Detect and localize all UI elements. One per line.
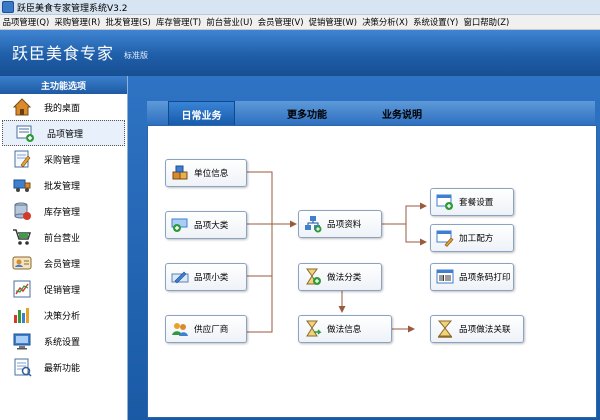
bar-chart-icon: [14, 308, 29, 323]
hourglass-arrow-icon: [306, 320, 322, 337]
unit-info-button[interactable]: 单位信息: [165, 159, 247, 187]
sidebar-item-promotion[interactable]: 促销管理: [0, 276, 127, 302]
hierarchy-add-icon: [305, 216, 322, 233]
menu-item-frontdesk[interactable]: 前台营业(U): [204, 16, 255, 28]
menu-bar: 品项管理(Q) 采购管理(R) 批发管理(S) 库存管理(T) 前台营业(U) …: [0, 15, 600, 30]
tab-more-functions[interactable]: 更多功能: [267, 101, 347, 125]
barcode-window-icon: [436, 269, 454, 284]
document-icon: [14, 358, 32, 377]
sidebar-item-new-features[interactable]: 最新功能: [0, 354, 127, 380]
method-info-button[interactable]: 做法信息: [298, 315, 392, 343]
connector-unit: [246, 171, 273, 333]
connector-to-combo: [382, 202, 427, 225]
tab-daily-business[interactable]: 日常业务: [168, 101, 235, 126]
sidebar-item-inventory[interactable]: 库存管理: [0, 198, 127, 224]
sidebar-item-purchase[interactable]: 采购管理: [0, 146, 127, 172]
supplier-button[interactable]: 供应厂商: [165, 315, 247, 343]
sidebar-item-desktop[interactable]: 我的桌面: [0, 94, 127, 120]
computer-icon: [13, 333, 31, 350]
tab-business-description[interactable]: 业务说明: [362, 101, 442, 125]
menu-item-inventory[interactable]: 库存管理(T): [153, 16, 203, 28]
recipe-button[interactable]: 加工配方: [430, 224, 514, 252]
main-area: 日常业务 更多功能 业务说明 单位信息 品项大类 品项小类 供应厂商 品项资料 …: [128, 76, 600, 420]
cart-icon: [13, 229, 32, 245]
tab-bar: 日常业务 更多功能 业务说明: [147, 101, 595, 126]
category-add-icon: [171, 218, 188, 232]
window-edit-icon: [436, 230, 454, 247]
sidebar-item-item-management[interactable]: 品项管理: [2, 120, 125, 146]
sidebar: 主功能选项 我的桌面 品项管理 采购管理 批发管理 库存管理 前台营业 会员管理…: [0, 76, 128, 420]
menu-item-promotion[interactable]: 促销管理(W): [306, 16, 360, 28]
menu-item-settings[interactable]: 系统设置(Y): [411, 16, 461, 28]
sidebar-item-wholesale[interactable]: 批发管理: [0, 172, 127, 198]
menu-item-members[interactable]: 会员管理(V): [255, 16, 306, 28]
sidebar-item-settings[interactable]: 系统设置: [0, 328, 127, 354]
wholesale-icon: [13, 179, 31, 192]
app-icon: [2, 1, 14, 13]
purchase-icon: [14, 150, 31, 168]
workflow-panel: 单位信息 品项大类 品项小类 供应厂商 品项资料 做法分类 做法信息 套餐设置 …: [147, 125, 597, 418]
item-subcategory-button[interactable]: 品项小类: [165, 263, 247, 291]
title-bar: 跃臣美食专家管理系统V3.2: [0, 0, 600, 15]
member-icon: [12, 256, 32, 270]
method-link-button[interactable]: 品项做法关联: [430, 315, 524, 343]
hourglass-add-icon: [306, 268, 321, 285]
hourglass-link-icon: [437, 320, 453, 338]
header-banner: 跃臣美食专家 标准版: [0, 30, 600, 76]
sidebar-title: 主功能选项: [0, 76, 127, 94]
home-icon: [12, 98, 32, 116]
item-data-button[interactable]: 品项资料: [298, 210, 382, 238]
sidebar-item-members[interactable]: 会员管理: [0, 250, 127, 276]
menu-item-wholesale[interactable]: 批发管理(S): [103, 16, 154, 28]
edition-label: 标准版: [124, 51, 148, 60]
method-category-button[interactable]: 做法分类: [298, 263, 382, 291]
menu-item-window-help[interactable]: 窗口帮助(Z): [461, 16, 512, 28]
item-category-button[interactable]: 品项大类: [165, 211, 247, 239]
combo-settings-button[interactable]: 套餐设置: [430, 188, 514, 216]
menu-item-purchase[interactable]: 采购管理(R): [52, 16, 103, 28]
item-management-icon: [16, 125, 34, 142]
boxes-icon: [172, 165, 188, 180]
menu-item-items[interactable]: 品项管理(Q): [0, 16, 52, 28]
sidebar-item-analysis[interactable]: 决策分析: [0, 302, 127, 328]
window-add-icon: [436, 194, 453, 210]
inventory-icon: [14, 202, 31, 220]
barcode-print-button[interactable]: 品项条码打印: [430, 263, 514, 291]
connector-to-recipe: [405, 224, 427, 246]
sidebar-item-frontdesk[interactable]: 前台营业: [0, 224, 127, 250]
pencil-edit-icon: [171, 271, 189, 284]
window-title: 跃臣美食专家管理系统V3.2: [17, 3, 128, 14]
promotion-icon: [13, 280, 31, 298]
brand-title: 跃臣美食专家: [12, 44, 115, 63]
menu-item-analysis[interactable]: 决策分析(X): [360, 16, 411, 28]
people-icon: [172, 323, 188, 336]
